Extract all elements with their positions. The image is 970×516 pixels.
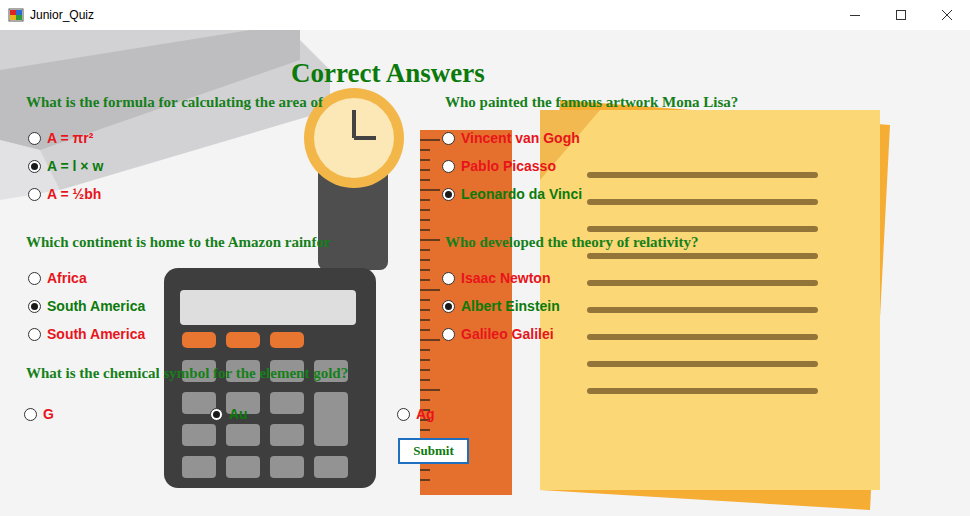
answer-option[interactable]: Isaac Newton: [440, 264, 970, 292]
question-label: What is the formula for calculating the …: [26, 92, 440, 112]
radio-button[interactable]: [28, 272, 41, 285]
answer-option[interactable]: Albert Einstein: [440, 292, 970, 320]
question-group: Who painted the famous artwork Mona Lisa…: [440, 92, 970, 208]
option-label[interactable]: Au: [229, 406, 248, 422]
answer-option[interactable]: Au: [208, 400, 395, 428]
question-label: What is the chemical symbol for the elem…: [26, 363, 970, 383]
radio-dot: [445, 191, 452, 198]
left-column: What is the formula for calculating the …: [26, 92, 440, 348]
option-label[interactable]: Africa: [47, 270, 87, 286]
option-list: A = πr² A = l × w A = ½bh: [26, 124, 440, 208]
maximize-button[interactable]: [878, 0, 924, 30]
radio-button[interactable]: [28, 160, 41, 173]
form-client: Correct AnswersWhat is the formula for c…: [0, 30, 970, 516]
option-list: Africa South America South America: [26, 264, 440, 348]
option-label[interactable]: A = πr²: [47, 130, 93, 146]
radio-button[interactable]: [442, 272, 455, 285]
answer-option[interactable]: Ag: [395, 400, 581, 428]
heading: Correct Answers: [26, 56, 970, 90]
radio-button[interactable]: [28, 132, 41, 145]
answer-option[interactable]: Africa: [26, 264, 440, 292]
answer-option[interactable]: G: [22, 400, 208, 428]
radio-button[interactable]: [397, 408, 410, 421]
radio-button[interactable]: [28, 328, 41, 341]
submit-row: Submit: [26, 438, 970, 464]
option-label[interactable]: South America: [47, 326, 145, 342]
radio-button[interactable]: [442, 188, 455, 201]
title-bar: Junior_Quiz: [0, 0, 970, 30]
option-label[interactable]: A = ½bh: [47, 186, 101, 202]
answer-option[interactable]: Leonardo da Vinci: [440, 180, 970, 208]
answer-option[interactable]: A = πr²: [26, 124, 440, 152]
radio-button[interactable]: [442, 132, 455, 145]
option-label[interactable]: Ag: [416, 406, 435, 422]
answer-option[interactable]: A = l × w: [26, 152, 440, 180]
answer-option[interactable]: Pablo Picasso: [440, 152, 970, 180]
radio-button[interactable]: [24, 408, 37, 421]
question-label: Which continent is home to the Amazon ra…: [26, 232, 440, 252]
radio-dot: [445, 303, 452, 310]
close-icon: [942, 10, 952, 20]
option-label[interactable]: Leonardo da Vinci: [461, 186, 582, 202]
option-label[interactable]: Isaac Newton: [461, 270, 550, 286]
option-list: Isaac Newton Albert Einstein Galileo Galil…: [440, 264, 970, 348]
option-label[interactable]: South America: [47, 298, 145, 314]
answer-option[interactable]: South America: [26, 320, 440, 348]
radio-dot: [213, 411, 220, 418]
question-group: What is the formula for calculating the …: [26, 92, 440, 208]
question-columns: What is the formula for calculating the …: [26, 92, 970, 348]
question-group: Which continent is home to the Amazon ra…: [26, 232, 440, 348]
question-label: Who painted the famous artwork Mona Lisa…: [440, 92, 970, 112]
close-button[interactable]: [924, 0, 970, 30]
radio-button[interactable]: [442, 160, 455, 173]
option-label[interactable]: Galileo Galilei: [461, 326, 554, 342]
submit-button[interactable]: Submit: [398, 438, 469, 464]
radio-button[interactable]: [28, 300, 41, 313]
question-group: What is the chemical symbol for the elem…: [26, 363, 970, 428]
radio-button[interactable]: [442, 300, 455, 313]
option-list: G Au Ag: [22, 400, 970, 428]
answer-option[interactable]: A = ½bh: [26, 180, 440, 208]
minimize-button[interactable]: [832, 0, 878, 30]
radio-dot: [31, 163, 38, 170]
maximize-icon: [896, 10, 906, 20]
option-label[interactable]: A = l × w: [47, 158, 103, 174]
radio-dot: [31, 303, 38, 310]
answer-option[interactable]: Vincent van Gogh: [440, 124, 970, 152]
option-label[interactable]: Pablo Picasso: [461, 158, 556, 174]
quiz-form: Correct AnswersWhat is the formula for c…: [0, 30, 970, 464]
minimize-icon: [850, 10, 860, 20]
right-column: Who painted the famous artwork Mona Lisa…: [440, 92, 970, 348]
question-group: Who developed the theory of relativity? I…: [440, 232, 970, 348]
question-label: Who developed the theory of relativity?: [440, 232, 970, 252]
option-label[interactable]: Vincent van Gogh: [461, 130, 580, 146]
option-list: Vincent van Gogh Pablo Picasso Leonardo da…: [440, 124, 970, 208]
answer-option[interactable]: South America: [26, 292, 440, 320]
radio-button[interactable]: [210, 408, 223, 421]
app-icon: [8, 7, 24, 23]
option-label[interactable]: G: [43, 406, 54, 422]
window-title: Junior_Quiz: [30, 8, 832, 22]
radio-button[interactable]: [442, 328, 455, 341]
option-label[interactable]: Albert Einstein: [461, 298, 560, 314]
answer-option[interactable]: Galileo Galilei: [440, 320, 970, 348]
radio-button[interactable]: [28, 188, 41, 201]
